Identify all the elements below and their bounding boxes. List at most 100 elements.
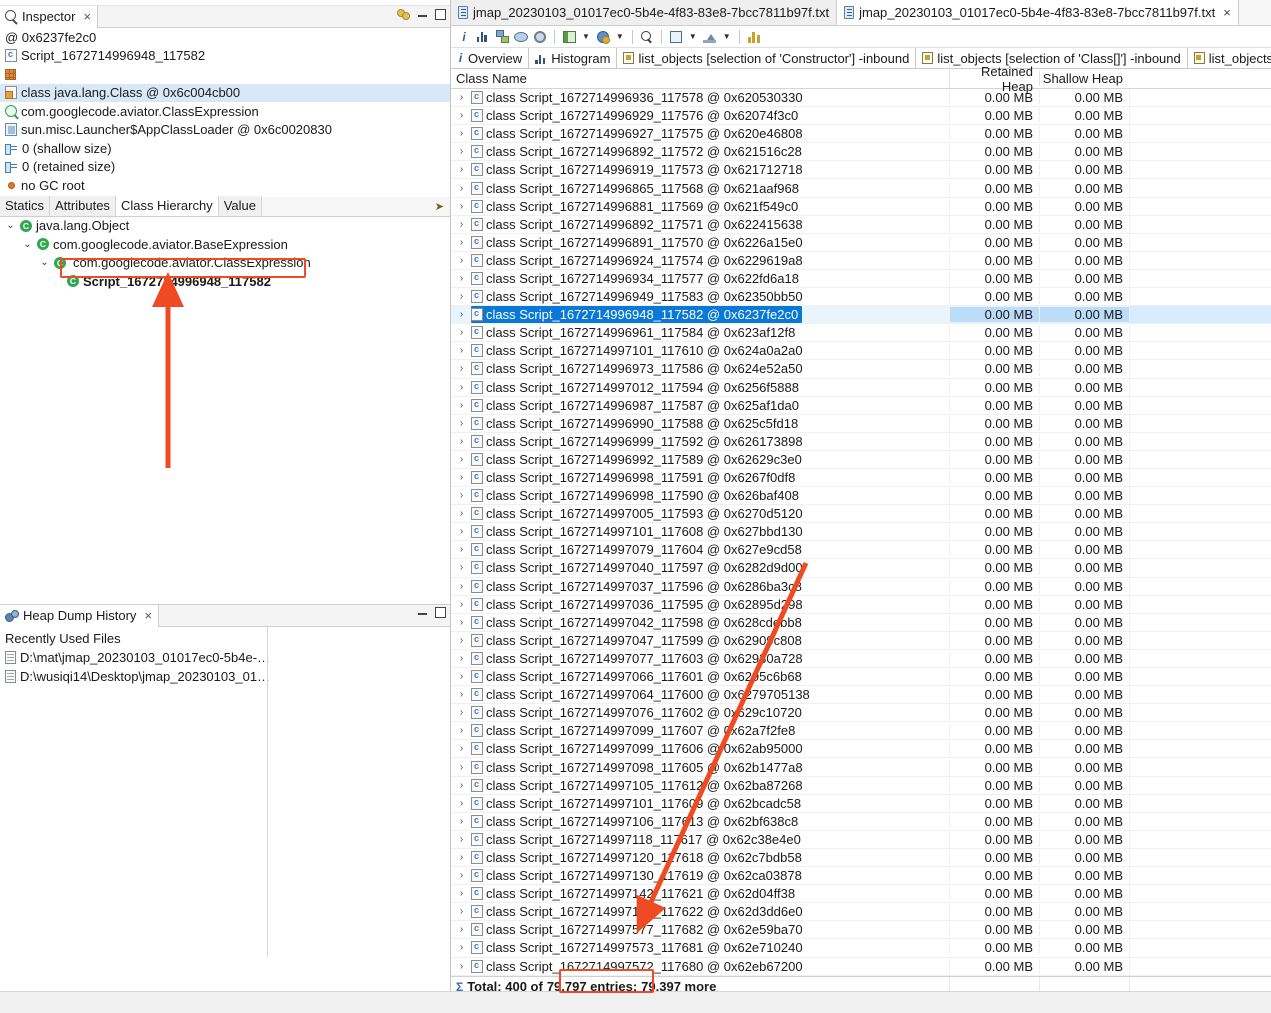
maximize-icon[interactable] <box>435 8 446 20</box>
chevron-right-icon[interactable]: › <box>455 544 468 555</box>
chevron-right-icon[interactable]: › <box>455 743 468 754</box>
chevron-right-icon[interactable]: › <box>455 400 468 411</box>
chevron-right-icon[interactable]: › <box>455 762 468 773</box>
hierarchy-node-classexpression[interactable]: ⌄ C com.googlecode.aviator.ClassExpressi… <box>0 254 450 273</box>
table-row[interactable]: › class Script_1672714997118_117617 @ 0x6… <box>451 830 1271 849</box>
table-icon[interactable] <box>668 29 684 45</box>
chevron-right-icon[interactable]: › <box>455 924 468 935</box>
chevron-right-icon[interactable]: › <box>455 327 468 338</box>
chevron-right-icon[interactable]: › <box>455 798 468 809</box>
table-row[interactable]: › class Script_1672714997040_117597 @ 0x6… <box>451 559 1271 578</box>
chevron-right-icon[interactable]: › <box>455 309 468 320</box>
table-row[interactable]: › class Script_1672714996929_117576 @ 0x6… <box>451 107 1271 126</box>
table-row[interactable]: › class Script_1672714996990_117588 @ 0x6… <box>451 414 1271 433</box>
dominator-tree-icon[interactable] <box>494 29 510 45</box>
chevron-right-icon[interactable]: › <box>455 273 468 284</box>
twisty-icon[interactable]: ⌄ <box>39 257 50 268</box>
table-row[interactable]: › class Script_1672714997099_117606 @ 0x6… <box>451 740 1271 759</box>
table-row[interactable]: › class Script_1672714997098_117605 @ 0x6… <box>451 758 1271 777</box>
table-row[interactable]: › class Script_1672714997036_117595 @ 0x6… <box>451 595 1271 614</box>
chevron-right-icon[interactable]: › <box>455 345 468 356</box>
table-row[interactable]: › class Script_1672714996919_117573 @ 0x6… <box>451 161 1271 180</box>
histogram-icon[interactable] <box>475 29 491 45</box>
chevron-right-icon[interactable]: › <box>455 110 468 121</box>
chevron-right-icon[interactable]: › <box>455 707 468 718</box>
table-row[interactable]: › class Script_1672714996936_117578 @ 0x6… <box>451 89 1271 108</box>
calculate-icon[interactable] <box>595 29 611 45</box>
table-row[interactable]: › class Script_1672714997101_117608 @ 0x6… <box>451 523 1271 542</box>
table-row[interactable]: › class Script_1672714997573_117681 @ 0x6… <box>451 939 1271 958</box>
table-row[interactable]: › class Script_1672714997120_117618 @ 0x6… <box>451 848 1271 868</box>
hierarchy-node-baseexpression[interactable]: ⌄ C com.googlecode.aviator.BaseExpressio… <box>0 235 450 254</box>
chevron-right-icon[interactable]: › <box>455 581 468 592</box>
table-row[interactable]: › class Script_1672714997077_117603 @ 0x6… <box>451 649 1271 668</box>
chevron-right-icon[interactable]: › <box>455 472 468 483</box>
chevron-right-icon[interactable]: › <box>455 363 468 374</box>
chevron-right-icon[interactable]: › <box>455 780 468 791</box>
chevron-right-icon[interactable]: › <box>455 92 468 103</box>
table-row[interactable]: › class Script_1672714996924_117574 @ 0x6… <box>451 251 1271 270</box>
column-header-class-name[interactable]: Class Name <box>451 71 949 86</box>
table-row[interactable]: › class Script_1672714997101_117610 @ 0x6… <box>451 342 1271 361</box>
chevron-right-icon[interactable]: › <box>455 870 468 881</box>
chevron-down-icon[interactable]: ▼ <box>614 32 626 41</box>
table-row[interactable]: › class Script_1672714997130_117619 @ 0x6… <box>451 867 1271 886</box>
chart-icon[interactable] <box>746 29 762 45</box>
table-row[interactable]: › class Script_1672714997079_117604 @ 0x6… <box>451 541 1271 560</box>
chevron-right-icon[interactable]: › <box>455 454 468 465</box>
chevron-right-icon[interactable]: › <box>455 725 468 736</box>
chevron-down-icon[interactable]: ▼ <box>721 32 733 41</box>
table-row[interactable]: › class Script_1672714996961_117584 @ 0x6… <box>451 324 1271 343</box>
table-row[interactable]: › class Script_1672714996934_117577 @ 0x6… <box>451 269 1271 289</box>
gear-icon[interactable] <box>532 29 548 45</box>
table-row[interactable]: › class Script_1672714996948_117582 @ 0x6… <box>451 306 1271 325</box>
column-header-shallow-heap[interactable]: Shallow Heap <box>1039 71 1129 86</box>
tab-list-objects-truncated[interactable]: list_objects [se <box>1187 48 1271 68</box>
chevron-right-icon[interactable]: › <box>455 562 468 573</box>
hierarchy-node-object[interactable]: ⌄ C java.lang.Object <box>0 217 450 236</box>
tab-list-objects-constructor[interactable]: list_objects [selection of 'Constructor'… <box>617 48 917 68</box>
minimize-icon[interactable] <box>417 607 428 618</box>
chevron-right-icon[interactable]: › <box>455 906 468 917</box>
chevron-right-icon[interactable]: › <box>455 219 468 230</box>
table-row[interactable]: › class Script_1672714996865_117568 @ 0x6… <box>451 179 1271 198</box>
table-row[interactable]: › class Script_1672714997099_117607 @ 0x6… <box>451 722 1271 741</box>
chevron-down-icon[interactable]: ▼ <box>687 32 699 41</box>
chevron-right-icon[interactable]: › <box>455 237 468 248</box>
chevron-right-icon[interactable]: › <box>455 490 468 501</box>
table-row[interactable]: › class Script_1672714996927_117575 @ 0x6… <box>451 125 1271 144</box>
pin-perspective-icon[interactable] <box>397 8 410 20</box>
table-row[interactable]: › class Script_1672714997577_117682 @ 0x6… <box>451 921 1271 940</box>
chevron-right-icon[interactable]: › <box>455 671 468 682</box>
chevron-right-icon[interactable]: › <box>455 201 468 212</box>
chevron-right-icon[interactable]: › <box>455 146 468 157</box>
hierarchy-node-script[interactable]: C Script_1672714996948_117582 <box>0 272 450 291</box>
chevron-right-icon[interactable]: › <box>455 834 468 845</box>
chevron-right-icon[interactable]: › <box>455 816 468 827</box>
tab-attributes[interactable]: Attributes <box>50 195 116 216</box>
chevron-right-icon[interactable]: › <box>455 526 468 537</box>
chevron-right-icon[interactable]: › <box>455 961 468 972</box>
chevron-right-icon[interactable]: › <box>455 436 468 447</box>
table-row[interactable]: › class Script_1672714997066_117601 @ 0x6… <box>451 668 1271 687</box>
close-icon[interactable]: × <box>144 608 152 623</box>
table-row[interactable]: › class Script_1672714996998_117591 @ 0x6… <box>451 468 1271 488</box>
export-icon[interactable] <box>702 29 718 45</box>
view-tab-heap-dump-history[interactable]: Heap Dump History × <box>0 604 160 627</box>
chevron-right-icon[interactable]: › <box>455 617 468 628</box>
minimize-icon[interactable] <box>417 9 428 20</box>
subtabs-overflow-icon[interactable]: ➤ <box>435 200 444 213</box>
tab-class-hierarchy[interactable]: Class Hierarchy <box>115 195 219 216</box>
table-row[interactable]: › class Script_1672714997143_117622 @ 0x6… <box>451 903 1271 922</box>
table-row[interactable]: › class Script_1672714996987_117587 @ 0x6… <box>451 396 1271 415</box>
group-by-icon[interactable] <box>561 29 577 45</box>
table-row[interactable]: › class Script_1672714996891_117570 @ 0x6… <box>451 233 1271 252</box>
table-row[interactable]: › class Script_1672714997012_117594 @ 0x6… <box>451 378 1271 397</box>
table-row[interactable]: › class Script_1672714997076_117602 @ 0x6… <box>451 704 1271 723</box>
chevron-right-icon[interactable]: › <box>455 164 468 175</box>
table-row[interactable]: › class Script_1672714997047_117599 @ 0x6… <box>451 631 1271 650</box>
table-row[interactable]: › class Script_1672714996999_117592 @ 0x6… <box>451 432 1271 451</box>
table-row[interactable]: › class Script_1672714997042_117598 @ 0x6… <box>451 613 1271 632</box>
table-row[interactable]: › class Script_1672714996992_117589 @ 0x6… <box>451 450 1271 469</box>
table-row[interactable]: › class Script_1672714997142_117621 @ 0x6… <box>451 885 1271 904</box>
